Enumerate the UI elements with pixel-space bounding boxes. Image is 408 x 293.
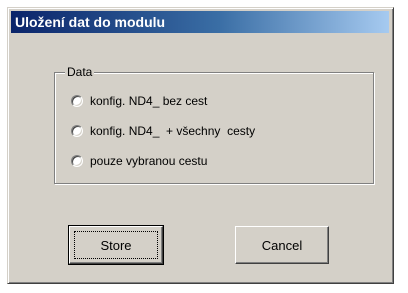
groupbox-legend: Data <box>65 65 95 79</box>
save-data-dialog: Uložení dat do modulu Data konfig. ND4_ … <box>7 7 394 284</box>
store-button[interactable]: Store <box>68 225 164 265</box>
radio-label: konfig. ND4_ bez cest <box>90 94 208 108</box>
radio-option-config-without-paths[interactable]: konfig. ND4_ bez cest <box>71 93 207 109</box>
dialog-title: Uložení dat do modulu <box>15 14 166 30</box>
cancel-button[interactable]: Cancel <box>235 226 329 264</box>
radio-option-selected-path[interactable]: pouze vybranou cestu <box>71 153 207 169</box>
cancel-button-label: Cancel <box>261 237 303 253</box>
radio-button-icon[interactable] <box>71 125 83 137</box>
store-button-label: Store <box>100 237 132 253</box>
radio-label: konfig. ND4_ + všechny cesty <box>90 124 256 138</box>
radio-button-icon[interactable] <box>71 155 83 167</box>
radio-label: pouze vybranou cestu <box>90 154 208 168</box>
radio-button-icon[interactable] <box>71 95 83 107</box>
title-bar[interactable]: Uložení dat do modulu <box>11 11 389 33</box>
radio-option-config-all-paths[interactable]: konfig. ND4_ + všechny cesty <box>71 123 255 139</box>
data-groupbox: Data konfig. ND4_ bez cest konfig. ND4_ … <box>54 65 374 184</box>
